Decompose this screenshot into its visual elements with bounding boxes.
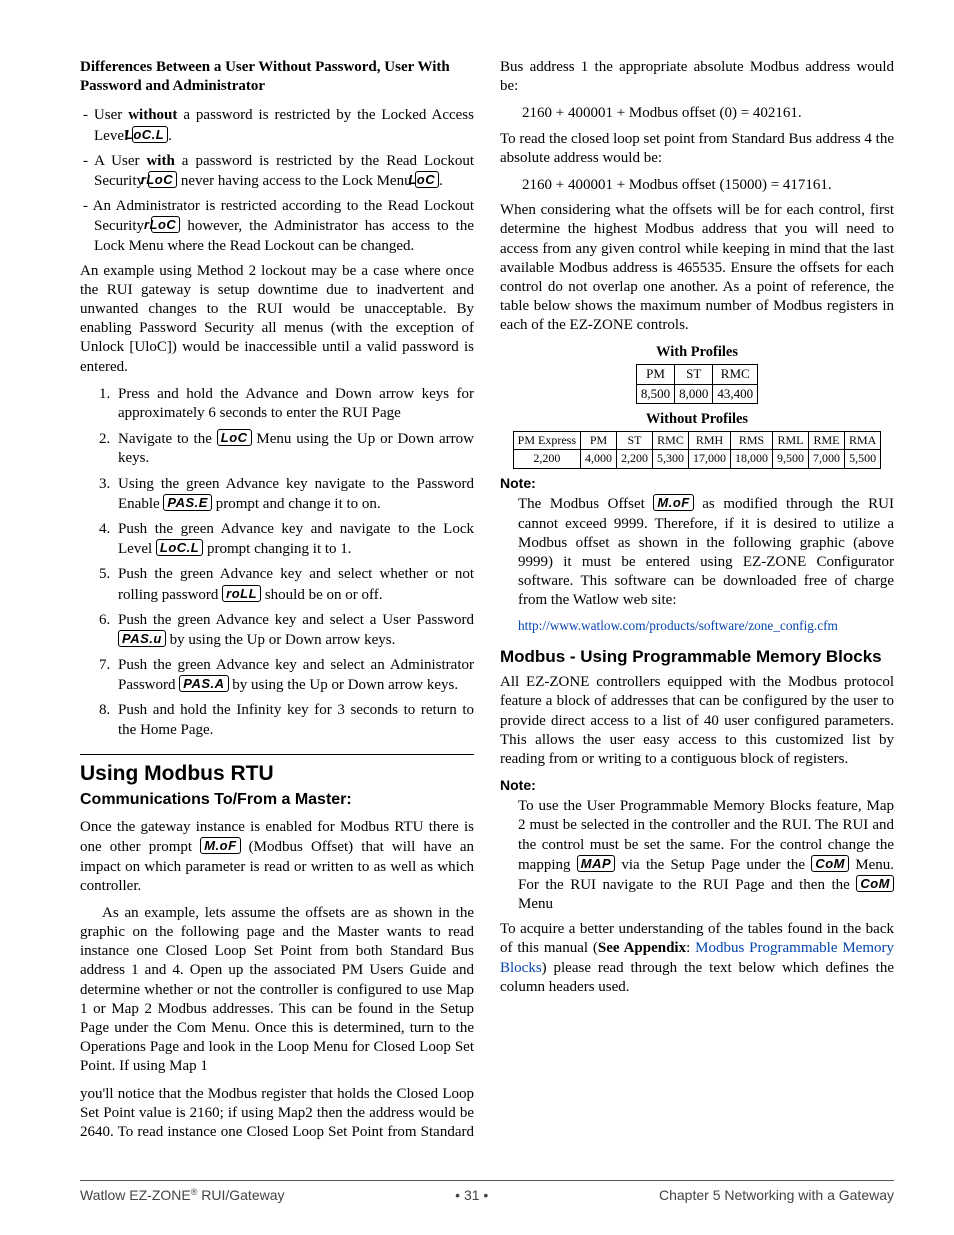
page-footer: Watlow EZ-ZONE® RUI/Gateway • 31 • Chapt… <box>80 1180 894 1205</box>
modbus-rtu-heading: Using Modbus RTU <box>80 761 474 788</box>
seg-pasu: PAS.u <box>118 630 166 647</box>
t: Watlow EZ-ZONE <box>80 1187 191 1203</box>
col-header: RMH <box>689 431 731 449</box>
cell: 2,200 <box>617 450 653 468</box>
step-item: Push the green Advance key and select an… <box>114 656 474 695</box>
cell: 2,200 <box>513 450 580 468</box>
seg-map: MAP <box>577 855 615 872</box>
step-item: Using the green Advance key navigate to … <box>114 475 474 514</box>
col-header: ST <box>675 364 713 384</box>
pmb-para: All EZ-ZONE controllers equipped with th… <box>500 673 894 769</box>
example-para: An example using Method 2 lockout may be… <box>80 262 474 377</box>
seg-com: CoM <box>811 855 849 872</box>
t: . <box>439 173 443 189</box>
t: ) please read through the text below whi… <box>500 960 894 995</box>
seg-mof2: M.oF <box>653 494 693 511</box>
cell: 17,000 <box>689 450 731 468</box>
cell: 43,400 <box>713 384 758 404</box>
t: . <box>168 128 172 144</box>
formula-1: 2160 + 400001 + Modbus offset (0) = 4021… <box>522 104 894 123</box>
col-header: RME <box>809 431 845 449</box>
t: RUI/Gateway <box>197 1187 284 1203</box>
note-2: To use the User Programmable Memory Bloc… <box>518 797 894 914</box>
right-p2: To read the closed loop set point from S… <box>500 130 894 168</box>
t: never having access to the Lock Menu <box>177 173 415 189</box>
pmb-heading: Modbus - Using Programmable Memory Block… <box>500 646 894 668</box>
step-item: Push the green Advance key and navigate … <box>114 520 474 559</box>
last-para: To acquire a better understanding of the… <box>500 920 894 997</box>
note-label-2: Note: <box>500 777 894 795</box>
divider <box>80 754 474 755</box>
bullet-3: - An Administrator is restricted accordi… <box>80 197 474 256</box>
bullet-1: - User without a password is restricted … <box>80 106 474 145</box>
seg-loc: LoC <box>415 171 439 188</box>
seg-rloc2: rLoC <box>151 216 180 233</box>
note-label-1: Note: <box>500 475 894 493</box>
t: via the Setup Page under the <box>615 857 811 873</box>
diff-heading: Differences Between a User Without Passw… <box>80 58 474 96</box>
cell: 4,000 <box>581 450 617 468</box>
t: See Appendix <box>598 940 686 956</box>
col-header: RMS <box>731 431 773 449</box>
seg-com2: CoM <box>856 875 894 892</box>
col-header: RMC <box>713 364 758 384</box>
footer-page: • 31 • <box>455 1187 488 1205</box>
step-item: Push and hold the Infinity key for 3 sec… <box>114 701 474 739</box>
watlow-link[interactable]: http://www.watlow.com/products/software/… <box>518 618 838 633</box>
steps-list: Press and hold the Advance and Down arro… <box>80 385 474 740</box>
seg-rloc: rLoC <box>148 171 177 188</box>
table-with-profiles: PMSTRMC 8,5008,00043,400 <box>636 364 758 404</box>
caption-without-profiles: Without Profiles <box>500 410 894 429</box>
footer-right: Chapter 5 Networking with a Gateway <box>659 1187 894 1205</box>
page-body: Differences Between a User Without Passw… <box>0 0 954 1166</box>
t: without <box>128 107 177 123</box>
bullet-2: - A User with a password is restricted b… <box>80 152 474 191</box>
cell: 8,500 <box>636 384 674 404</box>
cell: 7,000 <box>809 450 845 468</box>
seg-roll: roLL <box>222 585 261 602</box>
col-header: ST <box>617 431 653 449</box>
caption-with-profiles: With Profiles <box>500 343 894 362</box>
footer-left: Watlow EZ-ZONE® RUI/Gateway <box>80 1187 285 1205</box>
note-1: The Modbus Offset M.oF as modified throu… <box>518 494 894 610</box>
seg-pase: PAS.E <box>163 494 212 511</box>
col-header: PM Express <box>513 431 580 449</box>
cell: 18,000 <box>731 450 773 468</box>
t: - User <box>83 107 128 123</box>
cell: 9,500 <box>773 450 809 468</box>
t: - A User <box>83 153 146 169</box>
seg-loc: LoC <box>217 429 252 446</box>
col-header: RMA <box>845 431 881 449</box>
seg-pasa: PAS.A <box>179 675 228 692</box>
table-without-profiles: PM ExpressPMSTRMCRMHRMSRMLRMERMA 2,2004,0… <box>513 431 882 469</box>
t: The Modbus Offset <box>518 496 653 512</box>
cell: 5,300 <box>653 450 689 468</box>
t: with <box>146 153 174 169</box>
col-header: PM <box>581 431 617 449</box>
cell: 5,500 <box>845 450 881 468</box>
seg-locl: LoC.L <box>156 539 203 556</box>
rtu-para-2: As an example, lets assume the offsets a… <box>80 904 474 1077</box>
t: Menu <box>518 896 553 912</box>
col-header: RMC <box>653 431 689 449</box>
comm-heading: Communications To/From a Master: <box>80 790 474 810</box>
step-item: Press and hold the Advance and Down arro… <box>114 385 474 423</box>
step-item: Push the green Advance key and select a … <box>114 611 474 650</box>
note-1-link: http://www.watlow.com/products/software/… <box>518 617 894 634</box>
t: : <box>686 940 695 956</box>
col-header: RML <box>773 431 809 449</box>
seg-locl: LoC.L <box>132 126 168 143</box>
cell: 8,000 <box>675 384 713 404</box>
rtu-para-1: Once the gateway instance is enabled for… <box>80 818 474 896</box>
step-item: Navigate to the LoC Menu using the Up or… <box>114 429 474 468</box>
step-item: Push the green Advance key and select wh… <box>114 565 474 604</box>
formula-2: 2160 + 400001 + Modbus offset (15000) = … <box>522 176 894 195</box>
right-p3: When considering what the offsets will b… <box>500 201 894 335</box>
seg-mof: M.oF <box>200 837 240 854</box>
t: as modified through the RUI cannot excee… <box>518 496 894 608</box>
col-header: PM <box>636 364 674 384</box>
